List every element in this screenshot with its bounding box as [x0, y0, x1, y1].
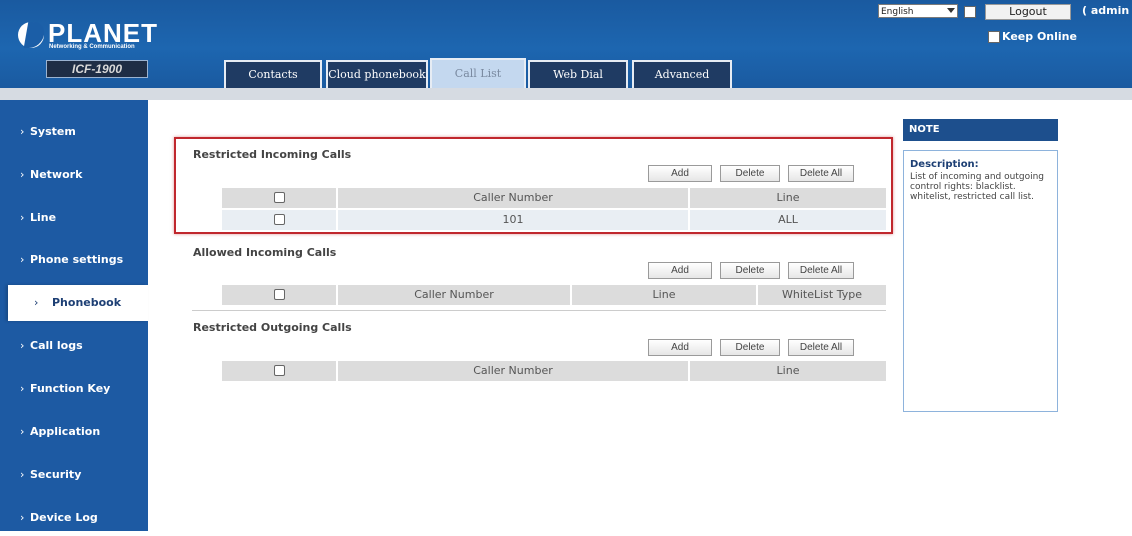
chevron-right-icon: › — [20, 253, 25, 266]
chevron-right-icon: › — [34, 296, 39, 309]
allowed-incoming-delete-button[interactable]: Delete — [720, 262, 780, 279]
logout-button[interactable]: Logout — [985, 4, 1071, 20]
restricted-outgoing-header-row: Caller Number Line — [222, 361, 886, 381]
sidebar-item-line[interactable]: › Line — [0, 200, 148, 236]
sidebar-item-device-log[interactable]: › Device Log — [0, 500, 148, 536]
chevron-right-icon: › — [20, 211, 25, 224]
tab-advanced[interactable]: Advanced — [632, 60, 732, 88]
language-select-value: English — [881, 7, 914, 17]
chevron-right-icon: › — [20, 382, 25, 395]
note-heading: NOTE — [903, 119, 1058, 141]
restricted-outgoing-delete-button[interactable]: Delete — [720, 339, 780, 356]
chevron-right-icon: › — [20, 168, 25, 181]
select-all-checkbox[interactable] — [273, 288, 285, 300]
tab-contacts[interactable]: Contacts — [224, 60, 322, 88]
allowed-incoming-title: Allowed Incoming Calls — [193, 246, 337, 259]
model-badge: ICF-1900 — [46, 60, 148, 78]
language-select[interactable]: English — [878, 4, 958, 18]
header-checkbox[interactable] — [964, 6, 976, 18]
allowed-incoming-delete-all-button[interactable]: Delete All — [788, 262, 854, 279]
chevron-down-icon — [947, 8, 955, 13]
column-header-caller-number: Caller Number — [338, 361, 690, 381]
select-all-cell — [222, 285, 338, 305]
content-top-bar — [148, 88, 1132, 100]
tab-call-list[interactable]: Call List — [430, 58, 526, 88]
note-title: Description: — [910, 159, 979, 170]
sidebar-item-system[interactable]: › System — [0, 114, 148, 150]
column-header-line: Line — [572, 285, 758, 305]
chevron-right-icon: › — [20, 511, 25, 524]
sidebar-item-call-logs[interactable]: › Call logs — [0, 328, 148, 364]
highlight-box — [174, 137, 893, 234]
logo-tagline: Networking & Communication — [49, 44, 135, 50]
column-header-whitelist-type: WhiteList Type — [782, 288, 862, 301]
sidebar: › System › Network › Line › Phone settings ›… — [0, 88, 148, 531]
sidebar-item-network[interactable]: › Network — [0, 157, 148, 193]
planet-logo: PLANET Networking & Communication — [18, 18, 158, 52]
sidebar-item-function-key[interactable]: › Function Key — [0, 371, 148, 407]
chevron-right-icon: › — [20, 468, 25, 481]
sidebar-item-application[interactable]: › Application — [0, 414, 148, 450]
section-divider — [192, 310, 886, 311]
current-user: ( admin ) — [1082, 4, 1132, 17]
keep-online-label: Keep Online — [1002, 30, 1077, 43]
logo-mark-icon — [18, 22, 44, 48]
chevron-right-icon: › — [20, 425, 25, 438]
restricted-outgoing-add-button[interactable]: Add — [648, 339, 712, 356]
sidebar-item-security[interactable]: › Security — [0, 457, 148, 493]
note-panel: Description: List of incoming and outgoi… — [903, 150, 1058, 412]
sidebar-item-phonebook[interactable]: › Phonebook — [8, 285, 148, 321]
note-description: List of incoming and outgoing control ri… — [910, 172, 1045, 202]
top-header: PLANET Networking & Communication ICF-19… — [0, 0, 1132, 88]
chevron-right-icon: › — [20, 125, 25, 138]
allowed-incoming-add-button[interactable]: Add — [648, 262, 712, 279]
restricted-outgoing-title: Restricted Outgoing Calls — [193, 321, 352, 334]
select-all-cell — [222, 361, 338, 381]
tab-cloud-phonebook[interactable]: Cloud phonebook — [326, 60, 428, 88]
chevron-right-icon: › — [20, 339, 25, 352]
keep-online-checkbox[interactable] — [988, 31, 1000, 43]
tab-web-dial[interactable]: Web Dial — [528, 60, 628, 88]
allowed-incoming-header-row: Caller Number Line WhiteList Type — [222, 285, 886, 305]
sidebar-item-phone-settings[interactable]: › Phone settings — [0, 242, 148, 278]
column-header-line: Line — [776, 364, 800, 377]
restricted-outgoing-delete-all-button[interactable]: Delete All — [788, 339, 854, 356]
select-all-checkbox[interactable] — [273, 364, 285, 376]
column-header-caller-number: Caller Number — [338, 285, 572, 305]
